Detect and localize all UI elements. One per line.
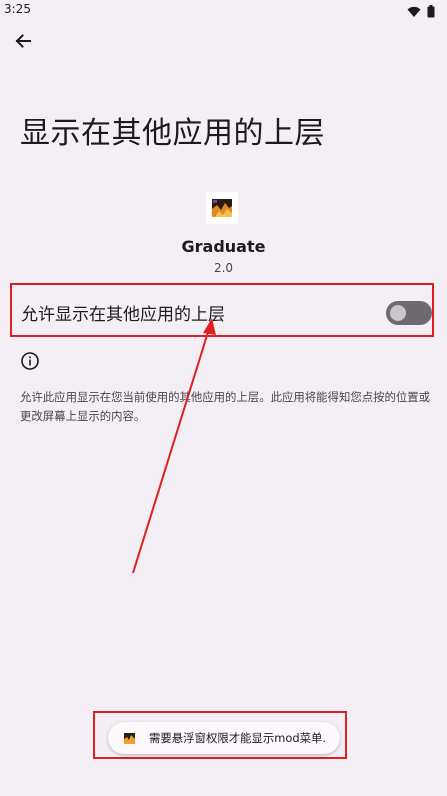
status-time: 3:25 [4,2,31,16]
overlay-permission-label: 允许显示在其他应用的上层 [21,305,225,325]
app-icon [206,192,238,224]
app-name: Graduate [181,237,266,256]
app-version: 2.0 [213,261,234,275]
toast-app-icon [124,732,135,744]
page-title: 显示在其他应用的上层 [20,116,325,151]
overlay-permission-switch[interactable] [386,301,432,325]
back-button[interactable] [6,26,40,60]
switch-thumb [390,305,406,321]
toast-text: 需要悬浮窗权限才能显示mod菜单. [149,731,326,745]
info-icon [20,351,40,371]
toast: 需要悬浮窗权限才能显示mod菜单. [108,722,340,754]
permission-description: 允许此应用显示在您当前使用的其他应用的上层。此应用将能得知您点按的位置或更改屏幕… [20,390,431,423]
screen: 3:25 显示在其他应用的上层 Graduate 2.0 允许显示在其他应用的上… [0,0,447,796]
status-bar: 3:25 [0,0,447,22]
battery-icon [427,3,435,22]
arrow-back-icon [14,32,32,54]
overlay-permission-row[interactable]: 允许显示在其他应用的上层 [10,283,434,337]
status-icons [407,3,435,22]
wifi-icon [407,3,421,22]
